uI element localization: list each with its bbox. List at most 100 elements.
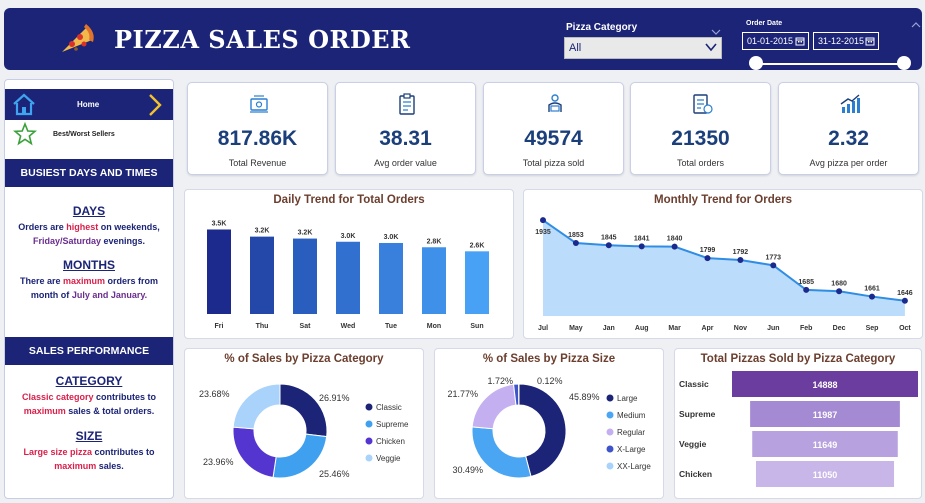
date-slider-start-handle[interactable] [749, 56, 763, 70]
nav-home-button[interactable]: Home [5, 89, 173, 120]
kpi-avg-order-value: 38.31 Avg order value [335, 82, 476, 175]
legend-dot [606, 428, 614, 436]
donut-slice [471, 383, 517, 430]
point-data-label: 1685 [798, 279, 814, 286]
data-point [638, 243, 645, 250]
category-filter-label: Pizza Category [566, 22, 638, 33]
data-point [704, 255, 711, 262]
slice-percent-label: 45.89% [569, 392, 600, 402]
x-tick-label: Wed [341, 323, 356, 330]
legend-dot [606, 445, 614, 453]
legend-dot [365, 437, 373, 445]
months-text: orders from [105, 276, 159, 286]
end-date-input[interactable]: 31-12-2015 [813, 32, 879, 50]
x-tick-label: Jan [603, 325, 615, 332]
calendar-icon[interactable] [795, 36, 805, 46]
bar [207, 229, 231, 314]
bar-data-label: 3.2K [255, 228, 270, 235]
bar [422, 247, 446, 314]
daily-trend-panel: Daily Trend for Total Orders 3.5K Fri 3.2K… [184, 189, 514, 339]
size-text: sales. [96, 461, 124, 471]
legend-dot [606, 394, 614, 402]
size-highlight: Large size pizza [23, 447, 93, 457]
bar-data-label: 3.5K [212, 220, 227, 227]
days-text: Orders are [18, 222, 67, 232]
funnel-category-label: Veggie [679, 439, 707, 449]
date-range-slider-track[interactable] [756, 63, 906, 65]
kpi-total-orders: 21350 Total orders [630, 82, 771, 175]
category-donut-chart: 26.91% 25.46% 23.96% 23.68% Classic Supreme Ch… [199, 383, 409, 479]
category-highlight: maximum [23, 406, 66, 416]
legend-label: Large [617, 394, 638, 403]
collapse-chevron-icon[interactable] [909, 18, 923, 32]
days-text: on weekends, [98, 222, 160, 232]
daily-trend-chart: 3.5K Fri 3.2K Thu 3.2K Sat 3.0K Wed 3.0K Tue 2.8K M… [207, 220, 489, 330]
bar [250, 236, 274, 314]
kpi-label: Total orders [676, 158, 725, 168]
point-data-label: 1935 [535, 229, 551, 236]
months-heading: MONTHS [63, 258, 115, 272]
category-funnel-chart: 14888 Classic 11987 Supreme 11649 Veggie 11050… [679, 371, 918, 487]
header-bar: PIZZA SALES ORDER Pizza Category All Ord… [4, 8, 922, 70]
legend-dot [365, 454, 373, 462]
x-tick-label: Dec [833, 325, 846, 332]
data-point [605, 242, 612, 249]
x-tick-label: Jun [767, 325, 779, 332]
x-tick-label: Jul [538, 325, 548, 332]
size-insight: SIZE Large size pizza contributes to max… [5, 429, 173, 473]
point-data-label: 1840 [667, 236, 683, 243]
days-insight: DAYS Orders are highest on weekends, Fri… [5, 204, 173, 248]
x-tick-label: Aug [635, 325, 649, 332]
sales-performance-heading: SALES PERFORMANCE [5, 337, 173, 365]
nav-best-worst-button[interactable]: Best/Worst Sellers [5, 120, 173, 150]
clipboard-icon [399, 93, 415, 115]
legend-dot [365, 420, 373, 428]
dropdown-chevron-icon [705, 43, 717, 52]
point-data-label: 1845 [601, 234, 617, 241]
bar [379, 242, 403, 314]
bar-growth-icon [840, 94, 860, 113]
data-point [737, 257, 744, 264]
days-text: evenings. [101, 236, 146, 246]
delivery-icon [548, 94, 562, 112]
bar [465, 251, 489, 314]
days-highlight: Friday/Saturday [32, 236, 101, 246]
start-date-input[interactable]: 01-01-2015 [742, 32, 809, 50]
months-text: month of [30, 290, 72, 300]
calendar-icon[interactable] [865, 36, 875, 46]
point-data-label: 1661 [864, 286, 880, 293]
bar [293, 238, 317, 314]
busiest-days-heading: BUSIEST DAYS AND TIMES [5, 159, 173, 187]
bar-data-label: 3.2K [298, 230, 313, 237]
x-tick-label: Sun [470, 323, 483, 330]
bar [336, 241, 360, 314]
slice-percent-label: 23.96% [203, 457, 234, 467]
funnel-value-label: 11649 [813, 440, 838, 450]
category-insight: CATEGORY Classic category contributes to… [5, 374, 173, 418]
x-tick-label: Thu [256, 323, 269, 330]
category-text: sales & total orders. [65, 406, 155, 416]
data-point [540, 217, 546, 224]
legend-label: Classic [376, 403, 402, 412]
x-tick-label: Nov [734, 325, 747, 332]
kpi-value: 817.86K [217, 127, 298, 150]
months-highlight: maximum [62, 276, 106, 286]
bar-data-label: 2.8K [427, 238, 442, 245]
legend-dot [606, 411, 614, 419]
category-dropdown[interactable]: All [564, 37, 722, 59]
data-point [869, 293, 875, 300]
chevron-down-icon[interactable] [711, 28, 721, 36]
kpi-label: Avg pizza per order [809, 158, 888, 168]
legend-dot [606, 462, 614, 470]
kpi-label: Total Revenue [228, 158, 287, 168]
x-tick-label: Feb [800, 325, 812, 332]
star-icon [13, 122, 37, 146]
kpi-avg-pizza-per-order: 2.32 Avg pizza per order [778, 82, 919, 175]
size-heading: SIZE [75, 429, 103, 443]
legend-label: XX-Large [617, 462, 651, 471]
slice-percent-label: 25.46% [319, 469, 350, 479]
funnel-value-label: 11050 [813, 470, 838, 480]
funnel-value-label: 11987 [813, 410, 838, 420]
point-data-label: 1773 [766, 254, 782, 261]
date-slider-end-handle[interactable] [897, 56, 911, 70]
